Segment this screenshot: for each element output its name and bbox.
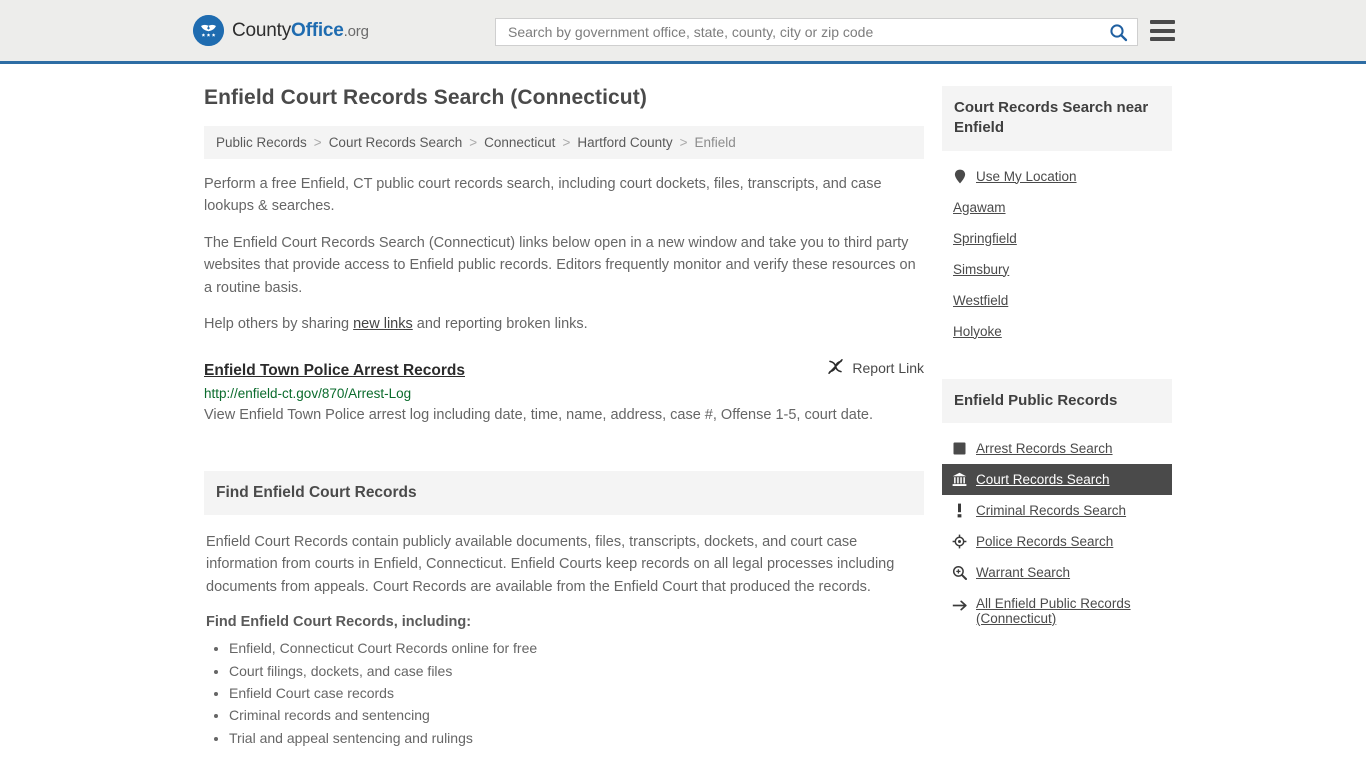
sidebar-item-label[interactable]: Springfield <box>953 231 1017 246</box>
breadcrumb: Public Records > Court Records Search > … <box>204 126 924 159</box>
sidebar-item-label[interactable]: Holyoke <box>953 324 1002 339</box>
new-links-link[interactable]: new links <box>353 316 413 332</box>
search-bar[interactable] <box>495 18 1138 46</box>
eagle-stars-logo-icon <box>193 15 224 46</box>
sidebar-item-label[interactable]: Criminal Records Search <box>976 503 1126 518</box>
breadcrumb-separator: > <box>313 135 322 150</box>
hamburger-bar <box>1150 37 1175 41</box>
list-item: Criminal records and sentencing <box>229 705 922 725</box>
list-item: Trial and appeal sentencing and rulings <box>229 728 922 748</box>
nearby-panel: Court Records Search near Enfield Use My… <box>942 86 1172 347</box>
hamburger-bar <box>1150 20 1175 24</box>
search-input[interactable] <box>506 20 1107 44</box>
result-title-link[interactable]: Enfield Town Police Arrest Records <box>204 362 465 380</box>
magnifier-plus-icon <box>952 565 967 580</box>
sidebar-item-simsbury[interactable]: Simsbury <box>942 254 1172 285</box>
sidebar-item-label[interactable]: Westfield <box>953 293 1008 308</box>
exclamation-icon <box>952 503 967 518</box>
breadcrumb-separator: > <box>679 135 688 150</box>
help-prefix: Help others by sharing <box>204 316 354 333</box>
find-records-body: Enfield Court Records contain publicly a… <box>204 515 924 748</box>
list-item: Enfield Court case records <box>229 683 922 703</box>
sidebar-item-holyoke[interactable]: Holyoke <box>942 316 1172 347</box>
find-records-paragraph: Enfield Court Records contain publicly a… <box>206 534 895 595</box>
find-records-heading: Find Enfield Court Records <box>204 471 924 515</box>
sidebar: Court Records Search near Enfield Use My… <box>942 86 1172 644</box>
page-body: Enfield Court Records Search (Connecticu… <box>0 64 1366 750</box>
description-paragraph: The Enfield Court Records Search (Connec… <box>204 234 916 296</box>
sidebar-item-label[interactable]: Use My Location <box>976 169 1077 184</box>
sidebar-item-use-my-location[interactable]: Use My Location <box>942 161 1172 192</box>
sidebar-item-all-public-records[interactable]: All Enfield Public Records (Connecticut) <box>942 588 1172 634</box>
brand-part-office: Office <box>291 19 344 41</box>
find-records-list-heading: Find Enfield Court Records, including: <box>206 614 472 631</box>
find-records-list: Enfield, Connecticut Court Records onlin… <box>206 638 922 747</box>
nearby-panel-heading: Court Records Search near Enfield <box>942 86 1172 151</box>
content-row: Enfield Court Records Search (Connecticu… <box>0 64 1366 750</box>
search-button[interactable] <box>1107 21 1129 43</box>
square-icon <box>952 441 967 456</box>
brand-part-tld: .org <box>343 22 369 40</box>
hamburger-bar <box>1150 28 1175 33</box>
sidebar-item-arrest-records-search[interactable]: Arrest Records Search <box>942 433 1172 464</box>
sidebar-item-agawam[interactable]: Agawam <box>942 192 1172 223</box>
breadcrumb-item-court-records-search[interactable]: Court Records Search <box>329 135 463 150</box>
sidebar-item-court-records-search[interactable]: Court Records Search <box>942 463 1172 495</box>
sidebar-item-westfield[interactable]: Westfield <box>942 285 1172 316</box>
list-item: Court filings, dockets, and case files <box>229 661 922 681</box>
site-logo-text: CountyOffice.org <box>232 20 369 42</box>
search-icon <box>1109 23 1127 41</box>
help-paragraph: Help others by sharing new links and rep… <box>204 313 924 335</box>
sidebar-item-springfield[interactable]: Springfield <box>942 223 1172 254</box>
site-logo-link[interactable]: CountyOffice.org <box>193 15 369 46</box>
page-title: Enfield Court Records Search (Connecticu… <box>204 86 647 109</box>
nearby-list: Use My Location Agawam Springfield Simsb… <box>942 151 1172 347</box>
sidebar-item-police-records-search[interactable]: Police Records Search <box>942 526 1172 557</box>
intro-paragraph: Perform a free Enfield, CT public court … <box>204 176 882 215</box>
sidebar-item-label[interactable]: Court Records Search <box>976 472 1110 487</box>
public-records-panel-heading: Enfield Public Records <box>942 378 1172 423</box>
result-description: View Enfield Town Police arrest log incl… <box>204 406 873 423</box>
sidebar-item-warrant-search[interactable]: Warrant Search <box>942 557 1172 588</box>
site-header: CountyOffice.org <box>0 0 1366 64</box>
help-suffix: and reporting broken links. <box>412 316 588 333</box>
report-link-button[interactable]: Report Link <box>827 358 924 378</box>
sidebar-item-label[interactable]: Police Records Search <box>976 534 1113 549</box>
courthouse-icon <box>952 472 967 487</box>
sidebar-item-label[interactable]: Arrest Records Search <box>976 441 1113 456</box>
sidebar-item-label[interactable]: Simsbury <box>953 262 1009 277</box>
brand-part-county: County <box>232 19 292 41</box>
breadcrumb-separator: > <box>469 135 478 150</box>
result-url[interactable]: http://enfield-ct.gov/870/Arrest-Log <box>204 386 924 401</box>
list-item: Enfield, Connecticut Court Records onlin… <box>229 638 922 658</box>
arrow-right-icon <box>952 598 967 613</box>
public-records-list: Arrest Records Search Court Records Sear… <box>942 423 1172 634</box>
result-item: Enfield Town Police Arrest Records Repor… <box>204 358 924 427</box>
breadcrumb-item-public-records[interactable]: Public Records <box>216 135 307 150</box>
sidebar-item-criminal-records-search[interactable]: Criminal Records Search <box>942 495 1172 526</box>
sidebar-item-label[interactable]: Warrant Search <box>976 565 1070 580</box>
report-link-label: Report Link <box>852 359 924 376</box>
breadcrumb-separator: > <box>562 135 571 150</box>
police-badge-icon <box>952 534 967 549</box>
breadcrumb-item-connecticut[interactable]: Connecticut <box>484 135 555 150</box>
broken-link-icon <box>827 358 844 378</box>
breadcrumb-item-hartford-county[interactable]: Hartford County <box>577 135 672 150</box>
main-column: Enfield Court Records Search (Connecticu… <box>204 86 924 750</box>
hamburger-menu-icon[interactable] <box>1150 20 1175 41</box>
public-records-panel: Enfield Public Records Arrest Records Se… <box>942 378 1172 634</box>
result-header-row: Enfield Town Police Arrest Records Repor… <box>204 358 924 380</box>
breadcrumb-item-enfield: Enfield <box>694 135 736 150</box>
map-pin-icon <box>952 169 967 184</box>
sidebar-item-label[interactable]: All Enfield Public Records (Connecticut) <box>976 596 1162 626</box>
sidebar-item-label[interactable]: Agawam <box>953 200 1006 215</box>
